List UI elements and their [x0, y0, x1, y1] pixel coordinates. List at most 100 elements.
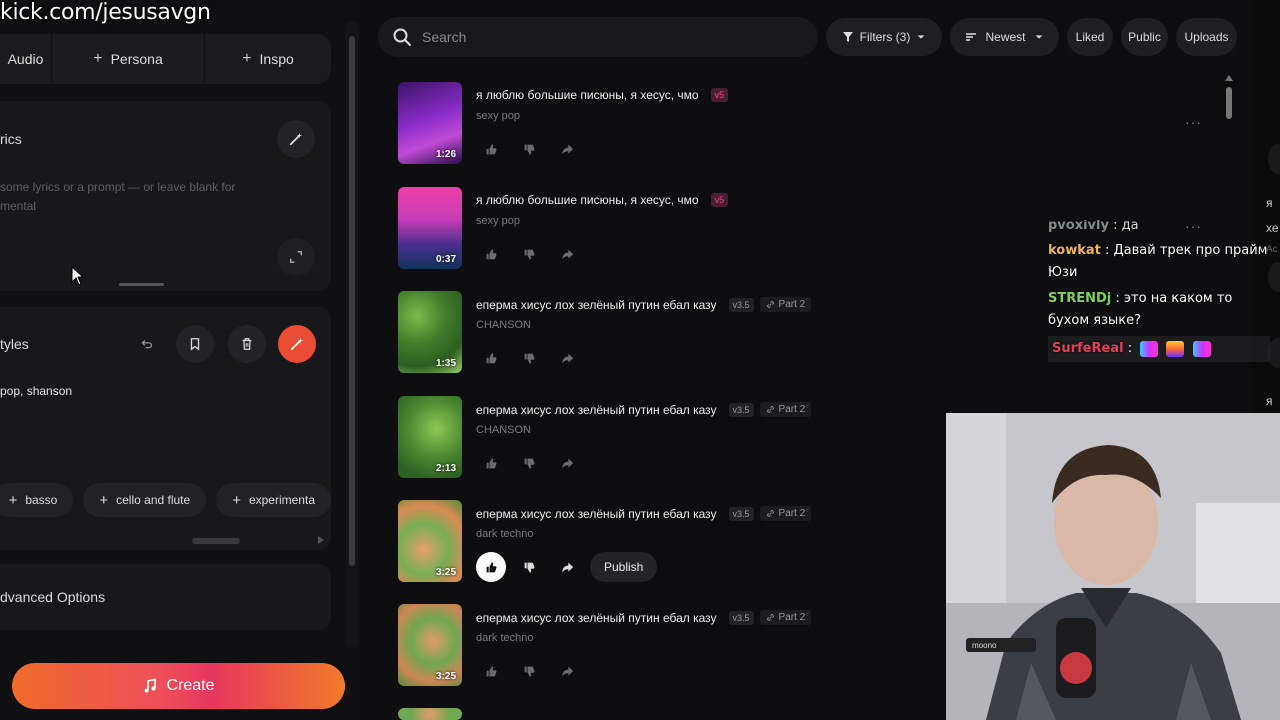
song-duration: 1:26: [435, 149, 456, 160]
share-button[interactable]: [552, 343, 582, 373]
style-tag[interactable]: + basso: [0, 483, 74, 517]
mic-brand-label: moono: [972, 641, 997, 650]
song-style[interactable]: CHANSON: [476, 424, 531, 436]
song-row[interactable]: 1:26 я люблю большие писюны, я хесус, чм…: [398, 82, 1158, 164]
plus-icon: +: [8, 491, 18, 509]
style-tag-label: experimenta: [248, 493, 315, 507]
song-cover[interactable]: 2:13: [398, 396, 462, 478]
tab-persona[interactable]: + Persona: [52, 34, 205, 84]
tab-audio[interactable]: Audio: [0, 34, 52, 84]
scroll-up-icon[interactable]: [1225, 75, 1233, 81]
song-title[interactable]: еперма хисус лох зелёный путин ебал казу: [476, 507, 717, 521]
left-scrollbar[interactable]: [346, 22, 358, 648]
song-style[interactable]: dark techno: [476, 528, 533, 540]
share-button[interactable]: [552, 134, 582, 164]
style-tag[interactable]: + cello and flute: [83, 483, 207, 517]
undo-icon: [141, 339, 152, 348]
song-title-row: я люблю большие писюны, я хесус, чмо v5: [476, 193, 729, 207]
public-filter-button[interactable]: Public: [1121, 18, 1168, 56]
search-input[interactable]: [422, 29, 782, 45]
song-title[interactable]: еперма хисус лох зелёный путин ебал казу: [476, 611, 717, 625]
song-title-row: еперма хисус лох зелёный путин ебал казу…: [476, 506, 812, 521]
part-badge[interactable]: Part 2: [759, 297, 812, 312]
tags-scrollbar[interactable]: [192, 538, 240, 544]
expand-button[interactable]: [277, 238, 315, 276]
song-style[interactable]: sexy pop: [476, 110, 520, 122]
magic-wand-icon: [289, 132, 303, 146]
tab-persona-label: Persona: [110, 51, 163, 67]
like-button[interactable]: [476, 343, 506, 373]
filters-button[interactable]: Filters (3): [826, 18, 942, 56]
song-title[interactable]: еперма хисус лох зелёный путин ебал казу: [476, 298, 717, 312]
song-cover[interactable]: 3:25: [398, 500, 462, 582]
part-badge[interactable]: Part 2: [759, 402, 812, 417]
tab-inspo[interactable]: + Inspo: [205, 34, 331, 84]
left-scrollbar-thumb[interactable]: [349, 36, 355, 566]
share-button[interactable]: [552, 448, 582, 478]
styles-input[interactable]: pop, shanson: [0, 384, 72, 398]
song-title-row: я люблю большие писюны, я хесус, чмо v5: [476, 88, 729, 102]
song-cover[interactable]: [398, 708, 462, 720]
like-button[interactable]: [476, 134, 506, 164]
song-title[interactable]: я люблю большие писюны, я хесус, чмо: [476, 193, 699, 207]
link-icon: [766, 614, 774, 621]
share-icon: [561, 144, 573, 154]
search-bar[interactable]: [378, 17, 818, 57]
song-row[interactable]: 1:35 еперма хисус лох зелёный путин ебал…: [398, 291, 1158, 373]
part-label: Part 2: [778, 404, 806, 415]
song-cover[interactable]: 3:25: [398, 604, 462, 686]
undo-button[interactable]: [127, 325, 165, 363]
create-button[interactable]: Create: [12, 663, 345, 709]
dislike-button[interactable]: [514, 448, 544, 478]
like-button[interactable]: [476, 239, 506, 269]
song-row[interactable]: 0:37 я люблю большие писюны, я хесус, чм…: [398, 187, 1158, 269]
dislike-button[interactable]: [514, 239, 544, 269]
song-title[interactable]: еперма хисус лох зелёный путин ебал казу: [476, 403, 717, 417]
style-magic-button[interactable]: [278, 325, 316, 363]
share-button[interactable]: [552, 552, 582, 582]
bookmark-button[interactable]: [176, 325, 214, 363]
style-tag-label: basso: [25, 493, 58, 507]
song-title-row: еперма хисус лох зелёный путин ебал казу…: [476, 297, 812, 312]
main-scrollbar-thumb[interactable]: [1226, 87, 1232, 119]
song-duration: 0:37: [435, 254, 456, 265]
advanced-options[interactable]: dvanced Options: [0, 564, 331, 630]
like-button[interactable]: [476, 552, 506, 582]
publish-button[interactable]: Publish: [590, 552, 658, 582]
more-options-icon[interactable]: ···: [1185, 114, 1202, 130]
song-style[interactable]: CHANSON: [476, 319, 531, 331]
lyrics-input[interactable]: some lyrics or a prompt — or leave blank…: [0, 178, 235, 216]
song-cover[interactable]: 1:26: [398, 82, 462, 164]
chat-text: :: [1127, 341, 1133, 356]
scroll-right-icon[interactable]: [318, 536, 324, 544]
song-style[interactable]: dark techno: [476, 632, 533, 644]
song-actions: [476, 239, 590, 269]
magic-wand-button[interactable]: [277, 120, 315, 158]
dislike-button[interactable]: [514, 343, 544, 373]
song-style[interactable]: sexy pop: [476, 215, 520, 227]
sort-dropdown[interactable]: Newest: [950, 18, 1059, 56]
song-cover[interactable]: 0:37: [398, 187, 462, 269]
like-button[interactable]: [476, 656, 506, 686]
song-actions: [476, 448, 590, 478]
share-button[interactable]: [552, 656, 582, 686]
dislike-button[interactable]: [514, 656, 544, 686]
song-title[interactable]: я люблю большие писюны, я хесус, чмо: [476, 88, 699, 102]
dislike-button[interactable]: [514, 552, 544, 582]
uploads-filter-button[interactable]: Uploads: [1176, 18, 1237, 56]
like-button[interactable]: [476, 448, 506, 478]
plus-icon: +: [242, 50, 252, 67]
lyrics-card: rics some lyrics or a prompt — or leave …: [0, 101, 331, 291]
share-button[interactable]: [552, 239, 582, 269]
style-tag[interactable]: + experimenta: [216, 483, 331, 517]
resize-handle[interactable]: [119, 283, 164, 286]
bookmark-icon: [190, 338, 200, 351]
part-badge[interactable]: Part 2: [759, 610, 812, 625]
song-cover[interactable]: 1:35: [398, 291, 462, 373]
dislike-button[interactable]: [514, 134, 544, 164]
liked-filter-button[interactable]: Liked: [1067, 18, 1113, 56]
delete-button[interactable]: [228, 325, 266, 363]
version-badge: v5: [710, 88, 729, 102]
part-badge[interactable]: Part 2: [759, 506, 812, 521]
thumbs-down-icon: [524, 353, 534, 364]
